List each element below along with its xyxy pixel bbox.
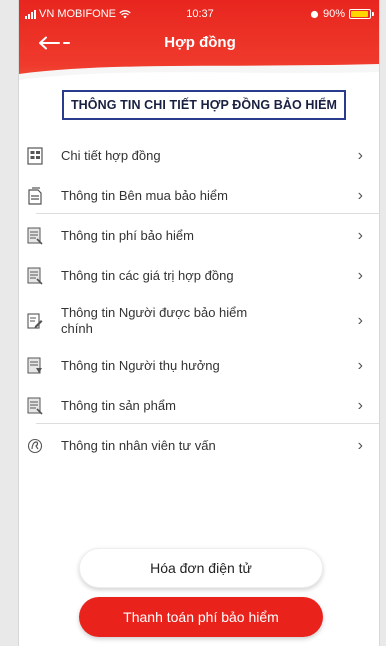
divider	[36, 213, 379, 214]
beneficiary-document-icon	[27, 357, 42, 374]
advisor-hand-icon	[27, 438, 43, 454]
e-invoice-button[interactable]: Hóa đơn điện tử	[79, 548, 323, 588]
menu-item-buyer-info[interactable]: Thông tin Bên mua bảo hiểm ›	[19, 186, 379, 206]
chevron-right-icon: ›	[357, 187, 363, 204]
menu-item-label: Thông tin sản phẩm	[61, 398, 176, 413]
contract-grid-icon	[27, 147, 43, 165]
menu-item-label: Chi tiết hợp đồng	[61, 148, 161, 163]
status-bar: VN MOBIFONE 10:37 90%	[19, 8, 379, 24]
alarm-icon	[310, 10, 319, 19]
insured-edit-icon	[27, 313, 43, 329]
menu-item-label: Thông tin phí bảo hiểm	[61, 228, 194, 243]
menu-item-label: Thông tin Bên mua bảo hiểm	[61, 188, 228, 203]
battery-icon	[349, 9, 374, 19]
menu-item-label: Thông tin nhân viên tư vấn	[61, 438, 216, 453]
chevron-right-icon: ›	[357, 227, 363, 244]
chevron-right-icon: ›	[357, 267, 363, 284]
chevron-right-icon: ›	[357, 147, 363, 164]
product-document-icon	[27, 397, 43, 415]
menu-item-label: Thông tin Người thụ hưởng	[61, 358, 220, 373]
value-document-icon	[27, 267, 43, 285]
section-title: THÔNG TIN CHI TIẾT HỢP ĐỒNG BẢO HIỂM	[62, 90, 346, 120]
menu-item-beneficiary-info[interactable]: Thông tin Người thụ hưởng ›	[19, 356, 379, 376]
phone-screen: VN MOBIFONE 10:37 90% Hợp đồng THÔNG TIN…	[18, 0, 380, 646]
menu-item-advisor-info[interactable]: Thông tin nhân viên tư vấn ›	[19, 436, 379, 456]
divider	[36, 423, 379, 424]
menu-item-contract-values[interactable]: Thông tin các giá trị hợp đồng ›	[19, 266, 379, 286]
chevron-right-icon: ›	[357, 357, 363, 374]
menu-item-insured-info[interactable]: Thông tin Người được bảo hiểm chính ›	[19, 304, 379, 338]
pay-premium-button[interactable]: Thanh toán phí bảo hiểm	[79, 597, 323, 637]
menu-item-label: Thông tin các giá trị hợp đồng	[61, 268, 234, 283]
menu-item-contract-detail[interactable]: Chi tiết hợp đồng ›	[19, 146, 379, 166]
fee-document-icon	[27, 227, 43, 245]
menu-item-product-info[interactable]: Thông tin sản phẩm ›	[19, 396, 379, 416]
chevron-right-icon: ›	[357, 312, 363, 329]
battery-percent: 90%	[322, 8, 345, 20]
menu-item-fee-info[interactable]: Thông tin phí bảo hiểm ›	[19, 226, 379, 246]
chevron-right-icon: ›	[357, 437, 363, 454]
status-right: 90%	[310, 8, 374, 20]
page-title: Hợp đồng	[164, 34, 236, 51]
chevron-right-icon: ›	[357, 397, 363, 414]
menu-item-label: Thông tin Người được bảo hiểm chính	[61, 305, 248, 336]
buyer-document-icon	[28, 187, 42, 205]
